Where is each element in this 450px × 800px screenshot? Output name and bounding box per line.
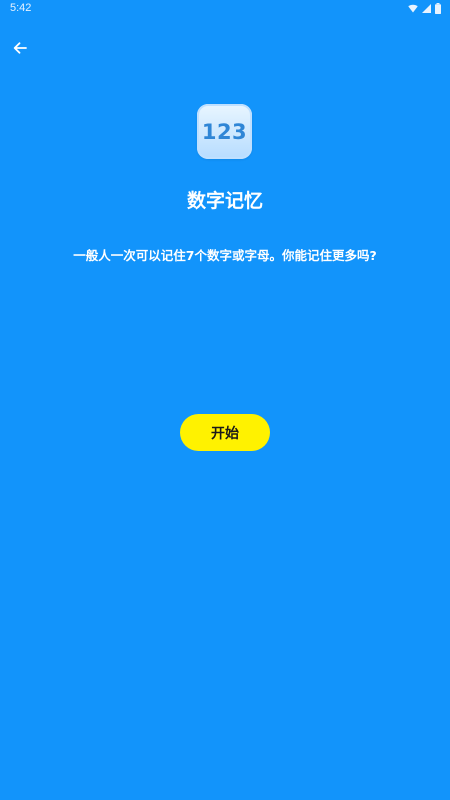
status-bar: 5:42 <box>0 0 450 18</box>
battery-icon <box>435 3 441 14</box>
page-title: 数字记忆 <box>186 190 263 212</box>
app-icon-label: 123 <box>201 119 248 144</box>
arrow-left-icon <box>13 42 27 54</box>
status-time: 5:42 <box>10 2 32 14</box>
number-memory-app-icon: 123 <box>197 104 252 159</box>
start-button[interactable]: 开始 <box>180 414 270 451</box>
wifi-icon <box>408 4 418 13</box>
signal-icon <box>422 4 431 13</box>
status-icons <box>408 3 441 14</box>
back-button[interactable] <box>10 38 30 58</box>
description-text: 一般人一次可以记住7个数字或字母。你能记住更多吗? <box>73 248 377 263</box>
